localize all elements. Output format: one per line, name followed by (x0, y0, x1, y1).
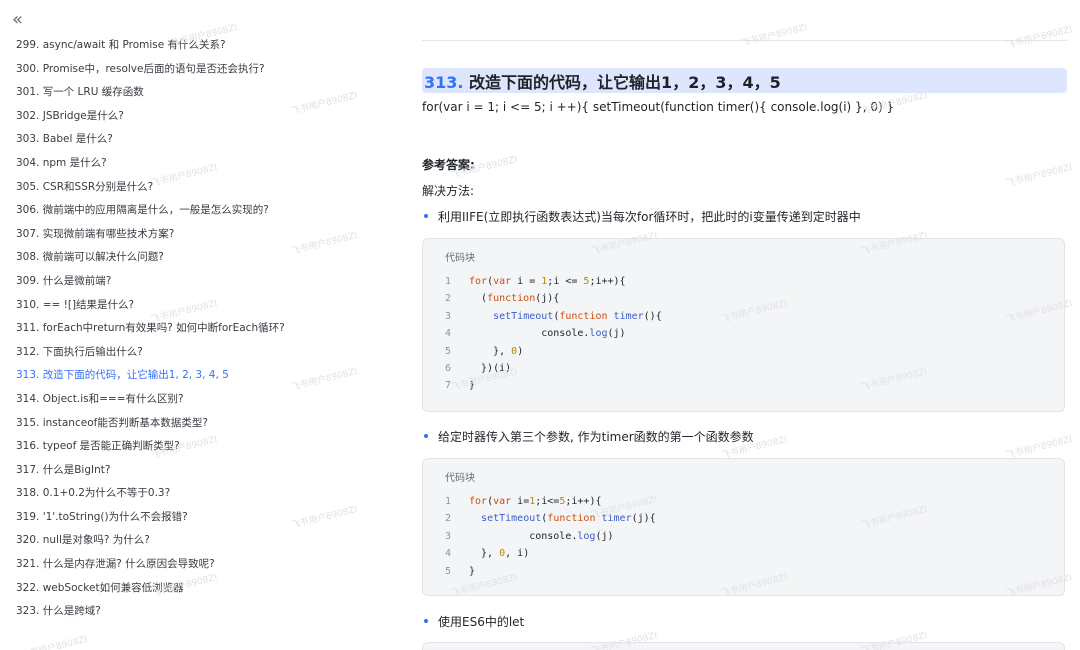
toc-item[interactable]: 319. '1'.toString()为什么不会报错? (16, 506, 296, 530)
toc-item[interactable]: 316. typeof 是否能正确判断类型? (16, 435, 296, 459)
code-block[interactable]: 代码块 1 for(var i=1;i<=5;i++){ 2 setTimeout… (422, 458, 1065, 596)
toc-item[interactable]: 300. Promise中，resolve后面的语句是否还会执行? (16, 58, 296, 82)
question-code-text: for(var i = 1; i <= 5; i ++){ setTimeout… (422, 100, 895, 114)
code-text: console.log(j) (469, 328, 626, 340)
collapse-sidebar-icon[interactable]: « (12, 10, 23, 30)
line-number: 7 (445, 380, 452, 392)
toc-item[interactable]: 314. Object.is和===有什么区别? (16, 388, 296, 412)
bullet-dot-icon (424, 433, 428, 438)
code-text: setTimeout(function timer(j){ (481, 513, 656, 525)
code-lines: 1 for(var i = 1;i <= 5;i++){ 2 (function(… (445, 273, 662, 395)
method-label: 解决方法: (422, 184, 475, 198)
code-line: 4 }, 0, i) (445, 545, 656, 562)
code-text: })(i) (469, 362, 512, 374)
toc-list: 299. async/await 和 Promise 有什么关系? 300. P… (16, 34, 296, 624)
code-line: 5 }, 0) (445, 343, 662, 360)
line-number: 2 (445, 513, 452, 525)
code-lines: 1 for(var i=1;i<=5;i++){ 2 setTimeout(fun… (445, 493, 656, 580)
toc-item[interactable]: 307. 实现微前端有哪些技术方案? (16, 223, 296, 247)
page-title: 313. 改造下面的代码，让它输出1，2，3，4，5 (424, 69, 781, 93)
line-number: 1 (445, 496, 452, 507)
code-block-label: 代码块 (445, 473, 475, 484)
toc-item[interactable]: 306. 微前端中的应用隔离是什么，一般是怎么实现的? (16, 199, 296, 223)
toc-item[interactable]: 318. 0.1+0.2为什么不等于0.3? (16, 482, 296, 506)
heading-highlight: 313. 改造下面的代码，让它输出1，2，3，4，5 (422, 68, 1067, 93)
toc-item-active[interactable]: 313. 改造下面的代码，让它输出1, 2, 3, 4, 5 (16, 364, 296, 388)
toc-item[interactable]: 299. async/await 和 Promise 有什么关系? (16, 34, 296, 58)
bullet-text: 使用ES6中的let (438, 615, 525, 629)
code-text: for(var i=1;i<=5;i++){ (469, 496, 602, 507)
bullet-dot-icon (424, 213, 428, 218)
code-line: 2 (function(j){ (445, 290, 662, 307)
line-number: 5 (445, 345, 452, 357)
code-line: 1 for(var i=1;i<=5;i++){ (445, 493, 656, 510)
toc-item[interactable]: 304. npm 是什么? (16, 152, 296, 176)
answer-heading: 参考答案: (422, 158, 475, 172)
code-line: 5} (445, 563, 656, 580)
line-number: 4 (445, 548, 452, 560)
bullet-item: 给定时器传入第三个参数, 作为timer函数的第一个函数参数 (424, 428, 754, 445)
bullet-item: 使用ES6中的let (424, 613, 524, 630)
code-line: 1 for(var i = 1;i <= 5;i++){ (445, 273, 662, 290)
line-number: 3 (445, 530, 452, 542)
toc-item[interactable]: 308. 微前端可以解决什么问题? (16, 246, 296, 270)
divider (422, 40, 1067, 41)
article-content: 313. 改造下面的代码，让它输出1，2，3，4，5 for(var i = 1… (422, 0, 1067, 650)
code-line: 3 console.log(j) (445, 528, 656, 545)
bullet-text: 给定时器传入第三个参数, 作为timer函数的第一个函数参数 (438, 430, 754, 444)
code-text: setTimeout(function timer(){ (493, 310, 662, 322)
code-line: 2 setTimeout(function timer(j){ (445, 510, 656, 527)
toc-item[interactable]: 303. Babel 是什么? (16, 128, 296, 152)
code-line: 6 })(i) (445, 360, 662, 377)
code-text: for(var i = 1;i <= 5;i++){ (469, 276, 626, 287)
code-text: console.log(j) (469, 530, 614, 542)
code-line: 3 setTimeout(function timer(){ (445, 308, 662, 325)
title-number: 313. (424, 72, 464, 92)
code-line: 7} (445, 377, 662, 394)
line-number: 1 (445, 276, 452, 287)
line-number: 4 (445, 328, 452, 340)
code-block[interactable]: 代码块 1 for(var i = 1;i <= 5;i++){ 2 (funct… (422, 238, 1065, 412)
line-number: 3 (445, 310, 452, 322)
line-number: 5 (445, 565, 452, 577)
toc-item[interactable]: 310. == ![]结果是什么? (16, 294, 296, 318)
toc-item[interactable]: 301. 写一个 LRU 缓存函数 (16, 81, 296, 105)
code-text: } (469, 380, 476, 392)
bullet-item: 利用IIFE(立即执行函数表达式)当每次for循环时，把此时的i变量传递到定时器… (424, 208, 861, 225)
toc-item[interactable]: 320. null是对象吗? 为什么? (16, 529, 296, 553)
toc-item[interactable]: 322. webSocket如何兼容低浏览器 (16, 577, 296, 601)
line-number: 2 (445, 293, 452, 305)
code-line: 4 console.log(j) (445, 325, 662, 342)
line-number: 6 (445, 362, 452, 374)
toc-item[interactable]: 302. JSBridge是什么? (16, 105, 296, 129)
toc-sidebar: « 299. async/await 和 Promise 有什么关系? 300.… (0, 0, 300, 650)
toc-item[interactable]: 315. instanceof能否判断基本数据类型? (16, 412, 296, 436)
code-block-partial[interactable] (422, 642, 1065, 650)
bullet-text: 利用IIFE(立即执行函数表达式)当每次for循环时，把此时的i变量传递到定时器… (438, 210, 861, 224)
toc-item[interactable]: 312. 下面执行后输出什么? (16, 341, 296, 365)
title-text: 改造下面的代码，让它输出1，2，3，4，5 (463, 72, 781, 92)
code-text: } (469, 565, 476, 577)
toc-item[interactable]: 321. 什么是内存泄漏? 什么原因会导致呢? (16, 553, 296, 577)
code-block-label: 代码块 (445, 253, 475, 264)
code-text: }, 0) (469, 345, 524, 357)
toc-item[interactable]: 309. 什么是微前端? (16, 270, 296, 294)
toc-item[interactable]: 323. 什么是跨域? (16, 600, 296, 624)
code-text: }, 0, i) (469, 548, 530, 560)
code-text: (function(j){ (469, 293, 560, 305)
toc-item[interactable]: 311. forEach中return有效果吗? 如何中断forEach循环? (16, 317, 296, 341)
toc-item[interactable]: 305. CSR和SSR分别是什么? (16, 176, 296, 200)
toc-item[interactable]: 317. 什么是BigInt? (16, 459, 296, 483)
bullet-dot-icon (424, 618, 428, 623)
